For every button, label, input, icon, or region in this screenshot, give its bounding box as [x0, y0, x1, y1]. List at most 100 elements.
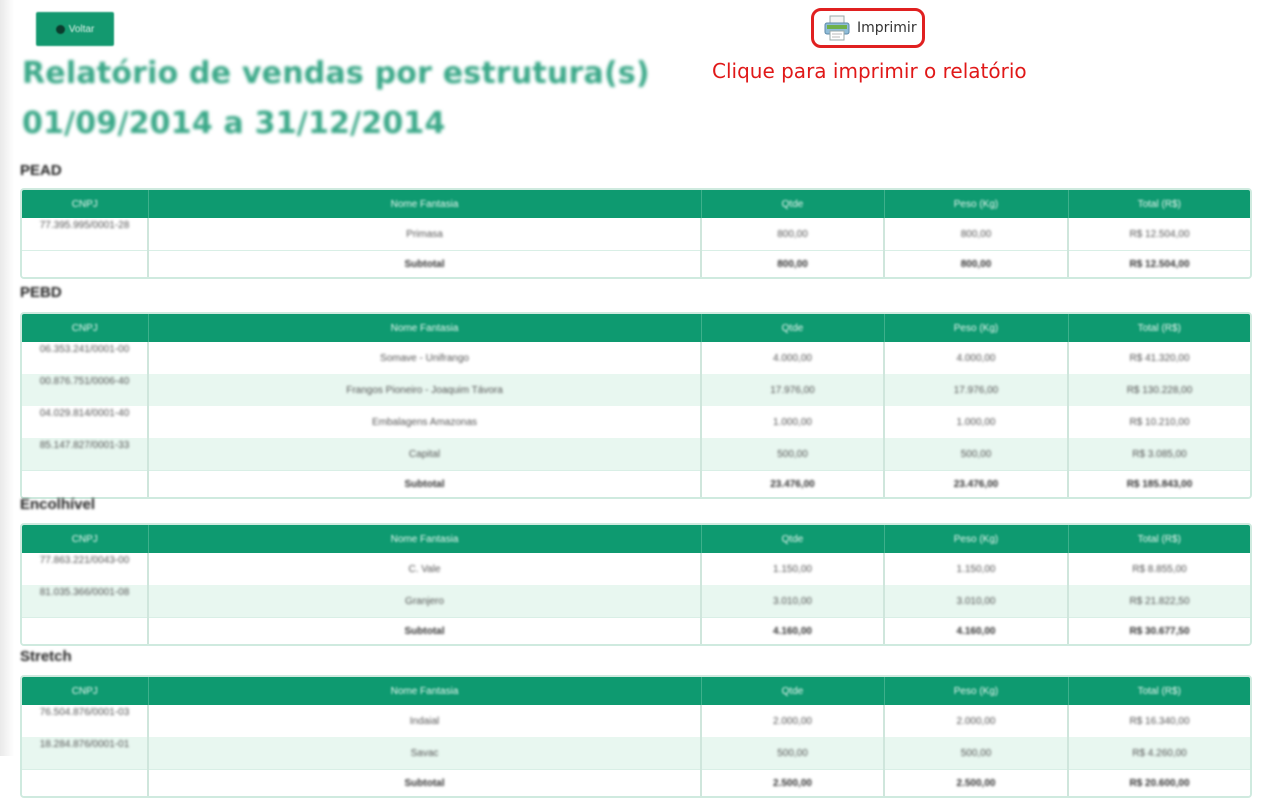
cell-nome: Granjero [405, 595, 444, 607]
subtotal-total: R$ 20.600,00 [1129, 777, 1190, 789]
column-header-cnpj: CNPJ [22, 677, 149, 705]
printer-icon [824, 15, 850, 41]
column-header-total: Total (R$) [1068, 314, 1250, 342]
column-header-total: Total (R$) [1068, 190, 1250, 218]
cell-cnpj: 04.029.814/0001-40 [39, 408, 130, 419]
cell-total: R$ 130.228,00 [1126, 384, 1193, 396]
back-button[interactable]: Voltar [36, 12, 114, 46]
cell-peso: 500,00 [960, 747, 992, 759]
table-row: 00.876.751/0006-40 Frangos Pioneiro - Jo… [22, 374, 1250, 406]
cell-qtde: 3.010,00 [773, 595, 812, 607]
report-period: 01/09/2014 a 31/12/2014 [22, 106, 446, 141]
cell-qtde: 4.000,00 [773, 352, 812, 364]
back-icon [55, 24, 65, 34]
cell-qtde: 2.000,00 [773, 715, 812, 727]
cell-cnpj: 76.504.876/0001-03 [39, 707, 130, 718]
subtotal-label: Subtotal [404, 258, 445, 270]
table-row: 04.029.814/0001-40 Embalagens Amazonas 1… [22, 406, 1250, 438]
sales-table: CNPJ Nome Fantasia Qtde Peso (Kg) Total … [20, 675, 1252, 798]
print-button-label: Imprimir [857, 20, 917, 36]
cell-total: R$ 8.855,00 [1132, 563, 1187, 575]
section-title: Stretch [20, 648, 72, 665]
column-header-qtde: Qtde [701, 677, 885, 705]
section-title: Encolhível [20, 496, 96, 513]
cell-peso: 1.150,00 [956, 563, 996, 575]
cell-nome: Somave - Unifrango [380, 352, 469, 364]
cell-peso: 500,00 [960, 448, 992, 460]
cell-cnpj: 77.395.995/0001-28 [39, 220, 130, 231]
cell-cnpj: 18.284.876/0001-01 [39, 739, 130, 750]
cell-total: R$ 12.504,00 [1129, 228, 1190, 240]
page-left-shadow [0, 0, 14, 756]
back-button-label: Voltar [68, 23, 95, 35]
column-header-total: Total (R$) [1068, 677, 1250, 705]
subtotal-label: Subtotal [404, 478, 445, 490]
subtotal-row: Subtotal 2.500,00 2.500,00 R$ 20.600,00 [22, 769, 1250, 796]
cell-nome: Savac [410, 747, 439, 759]
subtotal-total: R$ 185.843,00 [1126, 478, 1193, 490]
column-header-peso: Peso (Kg) [884, 677, 1069, 705]
cell-qtde: 1.150,00 [773, 563, 812, 575]
cell-qtde: 17.976,00 [770, 384, 815, 396]
cell-cnpj: 77.863.221/0043-00 [39, 555, 130, 566]
subtotal-qtde: 4.160,00 [773, 625, 812, 637]
column-header-total: Total (R$) [1068, 525, 1250, 553]
print-button[interactable]: Imprimir [811, 8, 925, 48]
column-header-nome: Nome Fantasia [148, 314, 702, 342]
cell-nome: C. Vale [408, 563, 441, 575]
column-header-cnpj: CNPJ [22, 314, 149, 342]
cell-nome: Primasa [406, 228, 443, 240]
cell-total: R$ 16.340,00 [1129, 715, 1190, 727]
cell-cnpj: 81.035.366/0001-08 [39, 587, 130, 598]
cell-nome: Capital [408, 448, 441, 460]
subtotal-qtde: 23.476,00 [770, 478, 815, 490]
sales-table: CNPJ Nome Fantasia Qtde Peso (Kg) Total … [20, 188, 1252, 279]
table-row: 76.504.876/0001-03 Indaial 2.000,00 2.00… [22, 705, 1250, 737]
print-hint: Clique para imprimir o relatório [712, 59, 1027, 83]
subtotal-row: Subtotal 4.160,00 4.160,00 R$ 30.677,50 [22, 617, 1250, 644]
cell-total: R$ 10.210,00 [1129, 416, 1190, 428]
cell-qtde: 500,00 [777, 747, 808, 759]
cell-peso: 1.000,00 [956, 416, 996, 428]
table-row: 18.284.876/0001-01 Savac 500,00 500,00 R… [22, 737, 1250, 770]
subtotal-peso: 800,00 [960, 258, 992, 270]
subtotal-peso: 23.476,00 [953, 478, 999, 490]
cell-peso: 3.010,00 [956, 595, 996, 607]
subtotal-row: Subtotal 800,00 800,00 R$ 12.504,00 [22, 250, 1250, 277]
column-header-peso: Peso (Kg) [884, 525, 1069, 553]
cell-peso: 17.976,00 [953, 384, 999, 396]
table-row: 85.147.827/0001-33 Capital 500,00 500,00… [22, 438, 1250, 471]
cell-total: R$ 41.320,00 [1129, 352, 1190, 364]
cell-cnpj: 00.876.751/0006-40 [39, 376, 130, 387]
subtotal-total: R$ 12.504,00 [1129, 258, 1190, 270]
cell-cnpj: 06.353.241/0001-00 [39, 344, 130, 355]
cell-total: R$ 3.085,00 [1132, 448, 1187, 460]
subtotal-qtde: 2.500,00 [773, 777, 812, 789]
sales-table: CNPJ Nome Fantasia Qtde Peso (Kg) Total … [20, 523, 1252, 646]
cell-total: R$ 4.260,00 [1132, 747, 1187, 759]
column-header-qtde: Qtde [701, 525, 885, 553]
subtotal-label: Subtotal [404, 777, 445, 789]
cell-total: R$ 21.822,50 [1129, 595, 1190, 607]
column-header-peso: Peso (Kg) [884, 190, 1069, 218]
table-row: 06.353.241/0001-00 Somave - Unifrango 4.… [22, 342, 1250, 374]
cell-peso: 2.000,00 [956, 715, 996, 727]
column-header-qtde: Qtde [701, 314, 885, 342]
column-header-nome: Nome Fantasia [148, 677, 702, 705]
cell-qtde: 800,00 [777, 228, 808, 240]
table-row: 77.863.221/0043-00 C. Vale 1.150,00 1.15… [22, 553, 1250, 585]
subtotal-qtde: 800,00 [777, 258, 808, 270]
cell-nome: Embalagens Amazonas [371, 416, 478, 428]
cell-nome: Indaial [409, 715, 440, 727]
column-header-peso: Peso (Kg) [884, 314, 1069, 342]
cell-qtde: 500,00 [777, 448, 808, 460]
column-header-cnpj: CNPJ [22, 190, 149, 218]
table-row: 81.035.366/0001-08 Granjero 3.010,00 3.0… [22, 585, 1250, 618]
column-header-qtde: Qtde [701, 190, 885, 218]
subtotal-total: R$ 30.677,50 [1129, 625, 1190, 637]
column-header-nome: Nome Fantasia [148, 525, 702, 553]
cell-nome: Frangos Pioneiro - Joaquim Távora [346, 384, 503, 396]
cell-cnpj: 85.147.827/0001-33 [39, 440, 130, 451]
column-header-cnpj: CNPJ [22, 525, 149, 553]
cell-peso: 800,00 [960, 228, 992, 240]
